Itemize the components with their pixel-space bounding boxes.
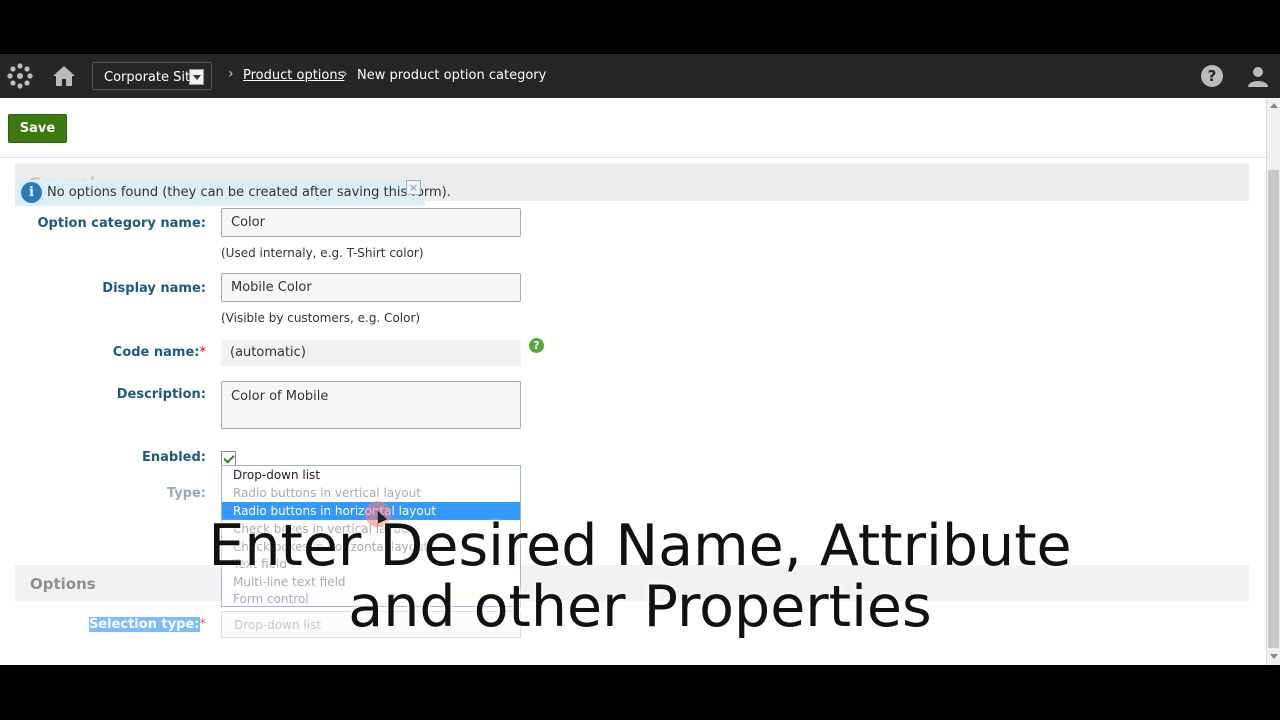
option-category-name-input[interactable]: Color xyxy=(221,208,521,237)
type-option[interactable]: Radio buttons in vertical layout xyxy=(222,484,520,502)
breadcrumb-product-options-link[interactable]: Product options xyxy=(243,68,344,83)
breadcrumb-current-page: New product option category xyxy=(357,68,547,83)
site-selector-label: Corporate Site xyxy=(104,70,199,85)
required-mark: * xyxy=(199,345,207,360)
code-name-label: Code name:* xyxy=(113,345,206,360)
home-icon[interactable] xyxy=(52,64,76,88)
display-name-value: Mobile Color xyxy=(231,280,312,295)
info-message: i No options found (they can be created … xyxy=(15,180,451,206)
option-category-name-label: Option category name: xyxy=(37,216,207,231)
enabled-checkbox[interactable] xyxy=(221,451,236,466)
type-option[interactable]: Drop-down list xyxy=(222,466,520,484)
description-value: Color of Mobile xyxy=(231,389,329,404)
site-selector-dropdown[interactable]: Corporate Site xyxy=(92,62,212,90)
code-name-label-text: Code name: xyxy=(112,345,200,360)
description-label: Description: xyxy=(116,387,206,402)
save-button[interactable]: Save xyxy=(8,114,67,143)
display-name-label: Display name: xyxy=(102,281,206,296)
code-name-help-icon[interactable]: ? xyxy=(529,338,544,353)
display-name-input[interactable]: Mobile Color xyxy=(221,273,521,302)
code-name-field[interactable]: (automatic) xyxy=(221,340,521,366)
scroll-down-arrow-icon[interactable] xyxy=(1270,654,1278,659)
help-icon[interactable]: ? xyxy=(1201,65,1223,87)
code-name-value: (automatic) xyxy=(230,345,306,360)
option-category-name-value: Color xyxy=(231,215,265,230)
info-message-text: No options found (they can be created af… xyxy=(47,185,451,200)
display-name-hint: (Visible by customers, e.g. Color) xyxy=(221,311,421,325)
scroll-up-arrow-icon[interactable] xyxy=(1270,103,1278,108)
app-logo-icon[interactable] xyxy=(6,63,34,89)
type-label: Type: xyxy=(166,486,206,501)
breadcrumb-chevron-right-icon: › xyxy=(342,66,348,82)
top-navigation-bar: Corporate Site › Product options › New p… xyxy=(0,54,1280,98)
close-icon[interactable]: × xyxy=(406,180,421,195)
enabled-label: Enabled: xyxy=(142,450,206,465)
chevron-down-icon xyxy=(189,69,204,85)
tutorial-caption: Enter Desired Name, Attribute and other … xyxy=(0,516,1280,638)
breadcrumb-chevron-right-icon: › xyxy=(228,66,234,82)
caption-line-2: and other Properties xyxy=(348,574,932,640)
user-icon[interactable] xyxy=(1246,64,1270,88)
description-textarea[interactable]: Color of Mobile xyxy=(221,381,521,429)
caption-line-1: Enter Desired Name, Attribute xyxy=(208,513,1072,579)
option-category-name-hint: (Used internaly, e.g. T-Shirt color) xyxy=(221,246,424,260)
info-icon: i xyxy=(21,182,42,203)
action-toolbar: Save xyxy=(0,98,1266,158)
